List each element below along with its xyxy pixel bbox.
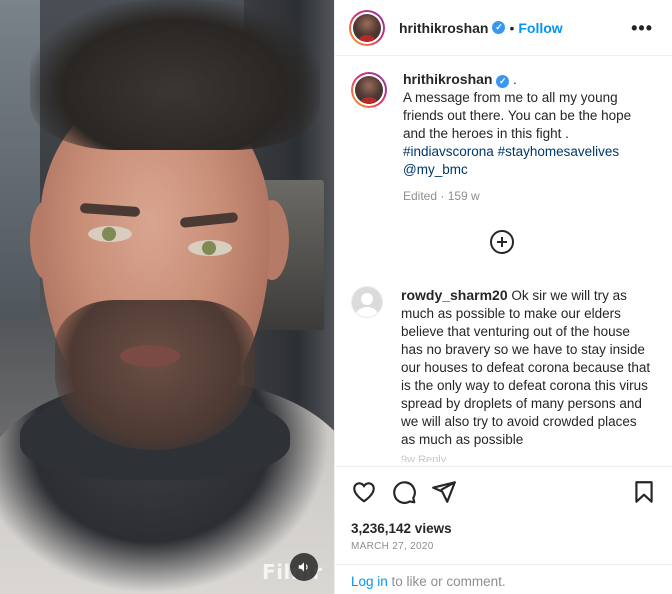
audio-toggle-button[interactable] [290, 553, 318, 581]
post-date: MARCH 27, 2020 [351, 541, 434, 552]
eye-left [88, 226, 132, 242]
comment-meta: 9w Reply [401, 454, 447, 462]
login-link[interactable]: Log in [351, 574, 388, 589]
speaker-icon [298, 562, 308, 572]
view-count: 3,236,142 views [351, 521, 452, 536]
mouth [120, 345, 180, 367]
beard [55, 300, 255, 450]
follow-button[interactable]: Follow [518, 20, 562, 36]
plus-circle-icon [497, 237, 507, 247]
post-header: hrithikroshan ✓ • Follow ••• [335, 0, 672, 56]
bookmark-icon[interactable] [631, 479, 657, 505]
comment-icon[interactable] [391, 479, 417, 505]
post-caption: hrithikroshan ✓ . A message from me to a… [351, 70, 661, 205]
share-icon[interactable] [431, 479, 457, 505]
caption-username[interactable]: hrithikroshan [403, 71, 492, 87]
hashtag-link[interactable]: #stayhomesavelives [498, 144, 620, 159]
caption-meta: Edited · 159 w [403, 189, 480, 203]
post-panel: hrithikroshan ✓ • Follow ••• hrithikrosh… [334, 0, 672, 594]
login-prompt: Log in to like or comment. [335, 564, 672, 594]
comment-text: Ok sir we will try as much as possible t… [401, 288, 651, 447]
login-prompt-text: to like or comment. [387, 574, 506, 589]
action-bar [335, 466, 672, 516]
heart-icon[interactable] [351, 479, 377, 505]
hair [30, 0, 320, 150]
separator-dot: • [509, 19, 515, 36]
commenter-avatar[interactable] [351, 286, 383, 318]
mention-link[interactable]: @my_bmc [403, 162, 468, 177]
commenter-username[interactable]: rowdy_sharm20 [401, 287, 508, 303]
profile-avatar[interactable] [349, 9, 385, 46]
caption-text: A message from me to all my young friend… [403, 90, 632, 141]
comment-item: rowdy_sharm20 Ok sir we will try as much… [351, 286, 661, 449]
post-video[interactable]: Filmr [0, 0, 334, 594]
load-more-comments-button[interactable] [490, 230, 514, 254]
hashtag-link[interactable]: #indiavscorona [403, 144, 494, 159]
caption-avatar[interactable] [351, 72, 387, 108]
verified-icon: ✓ [496, 74, 510, 88]
verified-icon: ✓ [492, 21, 506, 34]
more-icon[interactable]: ••• [631, 18, 653, 39]
eye-right [188, 240, 232, 256]
header-username[interactable]: hrithikroshan [399, 20, 488, 36]
caption-suffix: . [513, 72, 517, 87]
